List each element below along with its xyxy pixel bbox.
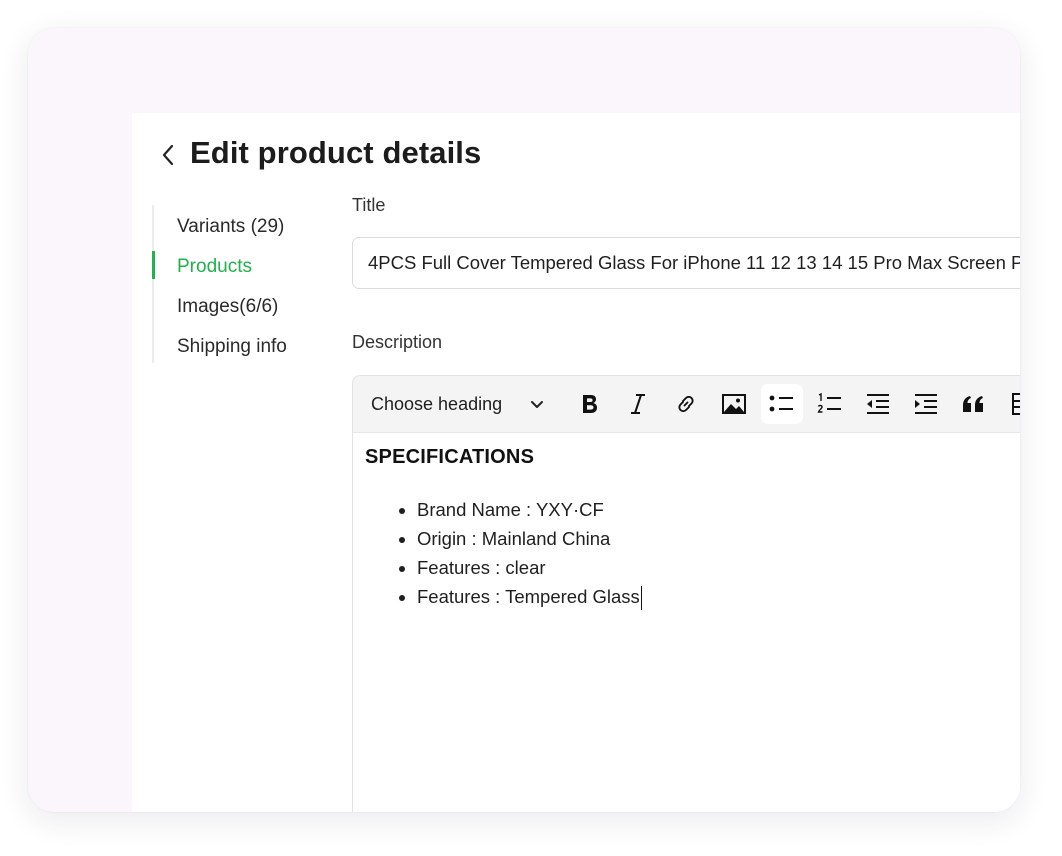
blockquote-button[interactable] — [953, 384, 995, 424]
editor-toolbar: Choose heading — [353, 376, 1020, 433]
outdent-icon — [867, 394, 889, 414]
title-label: Title — [352, 195, 386, 215]
image-icon — [722, 394, 746, 414]
list-item: Features : clear — [417, 553, 1020, 582]
indent-button[interactable] — [905, 384, 947, 424]
nav-item-products[interactable]: Products — [177, 255, 252, 279]
chevron-left-icon — [162, 144, 174, 166]
edit-product-panel: Edit product details Variants (29) Produ… — [132, 113, 1020, 812]
bulleted-list-icon — [769, 395, 793, 412]
numbered-list-icon — [817, 392, 841, 413]
title-input[interactable] — [352, 237, 1020, 289]
outdent-button[interactable] — [857, 384, 899, 424]
link-button[interactable] — [665, 384, 707, 424]
page-title: Edit product details — [190, 135, 482, 170]
content-heading: SPECIFICATIONS — [365, 446, 535, 468]
chevron-down-icon — [531, 401, 543, 408]
table-button[interactable] — [1001, 384, 1020, 424]
indent-icon — [915, 394, 937, 414]
description-editor: Choose heading SPECIFICATIONS • Brand Na… — [352, 375, 1020, 812]
numbered-list-button[interactable] — [809, 384, 851, 424]
list-item-text: Features : Tempered Glass — [417, 586, 640, 607]
nav-item-shipping-info[interactable]: Shipping info — [177, 335, 287, 359]
bold-icon — [583, 395, 597, 413]
nav-item-variants[interactable]: Variants (29) — [177, 215, 284, 239]
italic-button[interactable] — [617, 384, 659, 424]
spec-list: Brand Name : YXY·CF Origin : Mainland Ch… — [365, 495, 1020, 611]
bulleted-list-button[interactable] — [761, 384, 803, 424]
heading-dropdown-label: Choose heading — [371, 393, 503, 414]
italic-icon — [631, 394, 645, 414]
list-item: Origin : Mainland China — [417, 524, 1020, 553]
text-caret — [640, 586, 643, 611]
image-button[interactable] — [713, 384, 755, 424]
back-button[interactable] — [156, 141, 180, 169]
side-nav: Variants (29) Products Images(6/6) Shipp… — [152, 205, 324, 363]
link-icon — [678, 395, 694, 413]
list-item: Brand Name : YXY·CF — [417, 495, 1020, 524]
heading-dropdown[interactable]: Choose heading — [359, 384, 549, 424]
table-icon — [1012, 393, 1020, 415]
bold-button[interactable] — [569, 384, 611, 424]
active-indicator — [152, 251, 155, 279]
app-window: Edit product details Variants (29) Produ… — [28, 28, 1020, 812]
list-item-last: Features : Tempered Glass — [417, 582, 1020, 611]
description-label: Description — [352, 332, 443, 352]
editor-content[interactable]: SPECIFICATIONS Brand Name : YXY·CF Origi… — [365, 446, 1020, 812]
nav-item-images[interactable]: Images(6/6) — [177, 295, 278, 319]
blockquote-icon — [963, 396, 983, 412]
